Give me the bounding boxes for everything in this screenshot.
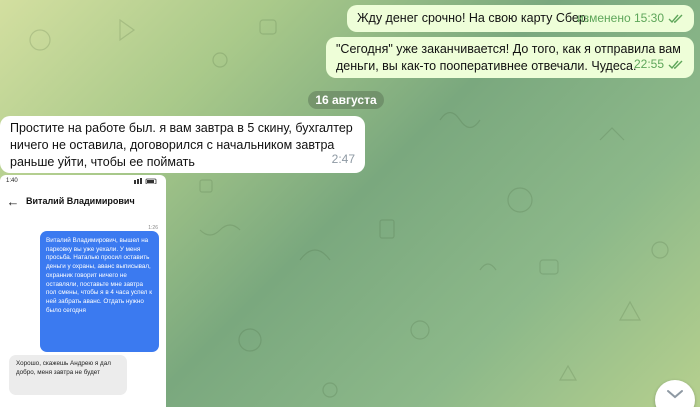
- message-incoming[interactable]: Простите на работе был. я вам завтра в 5…: [0, 116, 365, 173]
- message-text: Простите на работе был. я вам завтра в 5…: [10, 121, 353, 169]
- date-divider: 16 августа: [308, 91, 384, 109]
- message-text: Жду денег срочно! На свою карту Сбер.: [357, 11, 590, 25]
- message-outgoing[interactable]: "Сегодня" уже заканчивается! До того, ка…: [326, 37, 694, 78]
- phone-contact-name: Виталий Владимирович: [26, 196, 135, 206]
- phone-sent-message: Виталий Владимирович, вышел на парковку …: [40, 231, 159, 352]
- phone-status-time: 1:40: [6, 178, 18, 184]
- phone-status-bar: 1:40: [0, 175, 166, 189]
- attached-screenshot[interactable]: 1:40 ← Виталий Владимирович 1:26 Виталий…: [0, 175, 166, 407]
- arrow-left-icon[interactable]: ←: [0, 194, 26, 209]
- message-meta: изменено 15:30: [577, 10, 684, 27]
- message-meta: 2:47: [332, 151, 355, 168]
- double-check-icon: [668, 60, 683, 69]
- message-meta: 22:55: [634, 56, 684, 73]
- message-time: 2:47: [331, 152, 355, 166]
- phone-chat-header: ← Виталий Владимирович: [0, 189, 166, 213]
- message-text: "Сегодня" уже заканчивается! До того, ка…: [336, 42, 681, 73]
- message-time: изменено 15:30: [576, 11, 664, 25]
- message-outgoing[interactable]: Жду денег срочно! На свою карту Сбер. из…: [347, 5, 694, 32]
- double-check-icon: [668, 14, 683, 23]
- message-time: 22:55: [633, 57, 664, 71]
- phone-received-message: Хорошо, скажешь Андрею я дал добро, меня…: [9, 355, 127, 395]
- chevron-down-icon: [667, 390, 683, 399]
- phone-status-icons: [134, 178, 157, 184]
